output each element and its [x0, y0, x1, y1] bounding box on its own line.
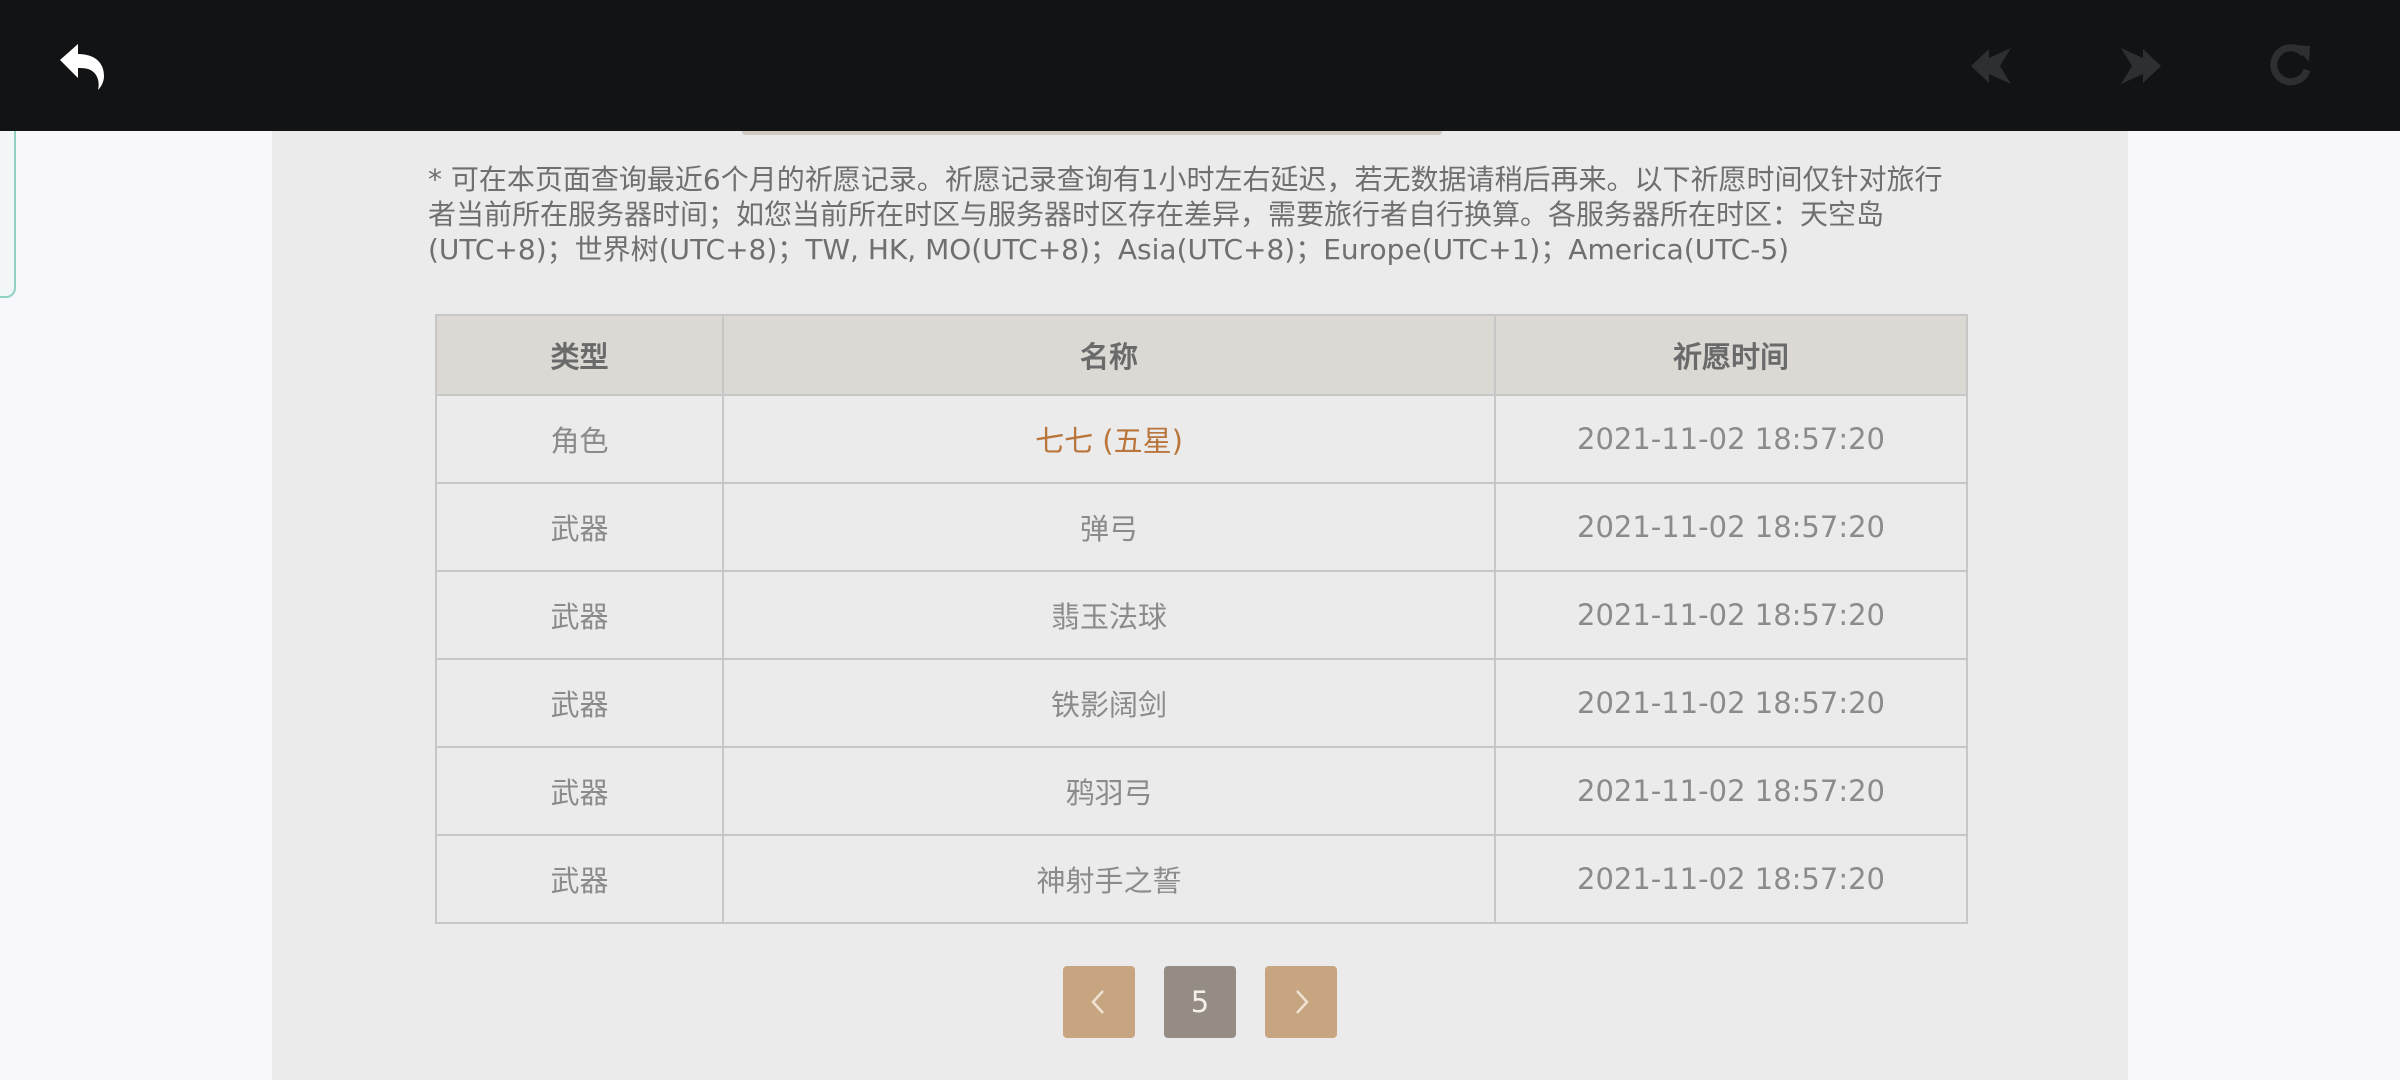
column-header-type: 类型 — [435, 314, 724, 396]
panel-top-divider — [742, 131, 1442, 135]
table-row: 武器 神射手之誓 2021-11-02 18:57:20 — [435, 834, 1968, 924]
chevron-right-icon — [1296, 990, 1309, 1014]
cell-name: 鸦羽弓 — [722, 746, 1496, 836]
cell-type: 武器 — [435, 570, 724, 660]
cell-time: 2021-11-02 18:57:20 — [1494, 746, 1968, 836]
current-page-indicator[interactable]: 5 — [1164, 966, 1236, 1038]
navigate-back-icon — [1971, 48, 2011, 84]
cell-name: 神射手之誓 — [722, 834, 1496, 924]
column-header-time: 祈愿时间 — [1494, 314, 1968, 396]
side-drawer-handle[interactable] — [0, 112, 16, 298]
table-row: 武器 铁影阔剑 2021-11-02 18:57:20 — [435, 658, 1968, 748]
column-header-name: 名称 — [722, 314, 1496, 396]
cell-time: 2021-11-02 18:57:20 — [1494, 482, 1968, 572]
navigate-forward-icon — [2121, 48, 2161, 84]
cell-name: 弹弓 — [722, 482, 1496, 572]
cell-name: 铁影阔剑 — [722, 658, 1496, 748]
cell-type: 武器 — [435, 746, 724, 836]
cell-type: 武器 — [435, 834, 724, 924]
query-notice: * 可在本页面查询最近6个月的祈愿记录。祈愿记录查询有1小时左右延迟，若无数据请… — [428, 163, 1943, 266]
cell-time: 2021-11-02 18:57:20 — [1494, 570, 1968, 660]
cell-time: 2021-11-02 18:57:20 — [1494, 658, 1968, 748]
back-button[interactable] — [50, 34, 114, 98]
previous-page-button[interactable] — [1063, 966, 1135, 1038]
wish-records-table: 类型 名称 祈愿时间 角色 七七 (五星) 2021-11-02 18:57:2… — [435, 314, 1968, 924]
reload-icon — [2270, 44, 2311, 86]
navigate-forward-button[interactable] — [2108, 34, 2172, 98]
next-page-button[interactable] — [1265, 966, 1337, 1038]
cell-time: 2021-11-02 18:57:20 — [1494, 834, 1968, 924]
pagination: 5 — [272, 966, 2128, 1038]
cell-name: 七七 (五星) — [722, 394, 1496, 484]
cell-type: 武器 — [435, 658, 724, 748]
reload-button[interactable] — [2258, 34, 2322, 98]
table-row: 角色 七七 (五星) 2021-11-02 18:57:20 — [435, 394, 1968, 484]
cell-time: 2021-11-02 18:57:20 — [1494, 394, 1968, 484]
cell-name: 翡玉法球 — [722, 570, 1496, 660]
table-row: 武器 弹弓 2021-11-02 18:57:20 — [435, 482, 1968, 572]
table-header-row: 类型 名称 祈愿时间 — [435, 314, 1968, 396]
navigate-back-button[interactable] — [1960, 34, 2024, 98]
wish-history-panel: * 可在本页面查询最近6个月的祈愿记录。祈愿记录查询有1小时左右延迟，若无数据请… — [272, 131, 2128, 1080]
back-arrow-icon — [60, 44, 104, 90]
browser-toolbar — [0, 0, 2400, 131]
cell-type: 武器 — [435, 482, 724, 572]
table-row: 武器 鸦羽弓 2021-11-02 18:57:20 — [435, 746, 1968, 836]
table-row: 武器 翡玉法球 2021-11-02 18:57:20 — [435, 570, 1968, 660]
chevron-left-icon — [1091, 990, 1104, 1014]
cell-type: 角色 — [435, 394, 724, 484]
